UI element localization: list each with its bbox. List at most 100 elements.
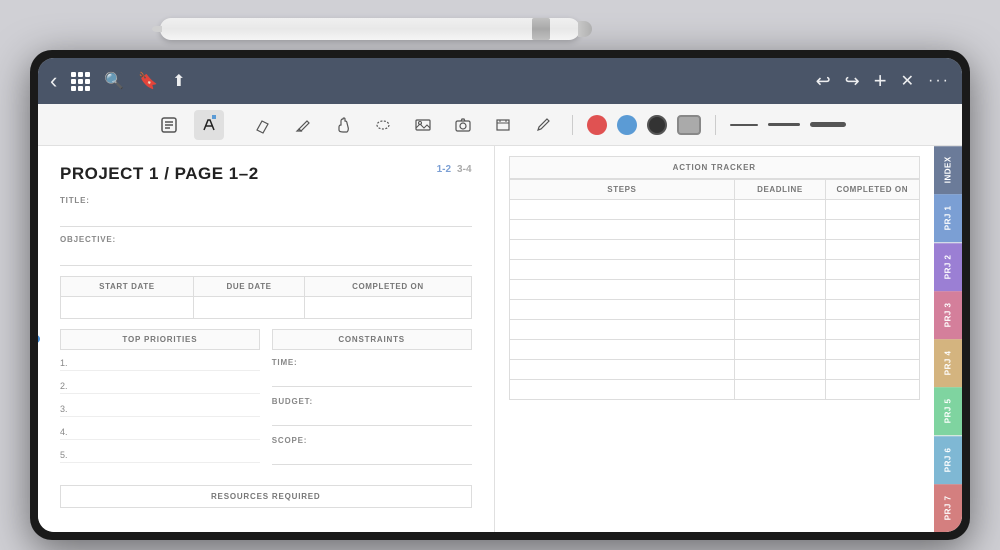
completed-on-cell[interactable] [305,297,471,319]
content-area: PROJECT 1 / PAGE 1–2 1-2 3-4 TITLE: OBJE… [38,146,962,532]
step-cell-7[interactable] [509,340,735,360]
step-cell-5[interactable] [509,300,735,320]
more-button[interactable]: ··· [928,72,950,90]
step-cell-1[interactable] [509,220,735,240]
bookmark-button[interactable]: 🔖 [138,71,158,91]
tracker-row[interactable] [509,200,920,220]
pencil-tool[interactable] [288,110,318,140]
priority-item-4[interactable]: 4. [60,427,260,440]
completed-cell-9[interactable] [825,380,919,400]
tab-prj1[interactable]: PRJ 1 [934,194,962,242]
priority-num-5: 5. [60,450,72,460]
image-tool[interactable] [408,110,438,140]
budget-input[interactable] [272,410,472,426]
lasso-tool[interactable] [368,110,398,140]
deadline-cell-7[interactable] [735,340,825,360]
ipad-screen: ‹ 🔍 🔖 ⬆ ↩ ↪ + ✕ ··· [38,58,962,532]
camera-tool[interactable] [448,110,478,140]
step-cell-9[interactable] [509,380,735,400]
completed-cell-0[interactable] [825,200,919,220]
start-date-cell[interactable] [61,297,194,319]
tracker-row[interactable] [509,340,920,360]
search-button[interactable]: 🔍 [104,71,124,91]
color-red[interactable] [587,115,607,135]
scope-input[interactable] [272,449,472,465]
tracker-row[interactable] [509,300,920,320]
resources-bar: RESOURCES REQUIRED [60,485,472,508]
tracker-row[interactable] [509,320,920,340]
textbox-tool[interactable] [488,110,518,140]
annotate-tool[interactable] [154,110,184,140]
time-input[interactable] [272,371,472,387]
tracker-row[interactable] [509,240,920,260]
due-date-header: DUE DATE [193,277,304,297]
step-cell-6[interactable] [509,320,735,340]
stroke-medium[interactable] [768,123,800,126]
back-button[interactable]: ‹ [50,68,57,94]
deadline-cell-5[interactable] [735,300,825,320]
completed-cell-4[interactable] [825,280,919,300]
deadline-cell-0[interactable] [735,200,825,220]
tab-prj4[interactable]: PRJ 4 [934,339,962,387]
page-title: PROJECT 1 / PAGE 1–2 [60,164,259,184]
tab-prj2[interactable]: PRJ 2 [934,243,962,291]
action-tracker-table: STEPS DEADLINE COMPLETED ON [509,179,921,400]
pen-tool[interactable] [194,110,224,140]
completed-cell-1[interactable] [825,220,919,240]
priority-item-2[interactable]: 2. [60,381,260,394]
priority-item-1[interactable]: 1. [60,358,260,371]
tracker-row[interactable] [509,360,920,380]
tab-prj6[interactable]: PRJ 6 [934,436,962,484]
completed-cell-3[interactable] [825,260,919,280]
step-cell-2[interactable] [509,240,735,260]
stroke-thick[interactable] [810,122,846,127]
tracker-row[interactable] [509,280,920,300]
deadline-cell-8[interactable] [735,360,825,380]
share-button[interactable]: ⬆ [172,71,185,91]
deadline-cell-9[interactable] [735,380,825,400]
completed-cell-5[interactable] [825,300,919,320]
priority-item-3[interactable]: 3. [60,404,260,417]
deadline-cell-1[interactable] [735,220,825,240]
color-blue[interactable] [617,115,637,135]
deadline-cell-3[interactable] [735,260,825,280]
completed-cell-2[interactable] [825,240,919,260]
color-selected[interactable] [677,115,701,135]
side-tabs: INDEX PRJ 1 PRJ 2 PRJ 3 PRJ 4 PRJ 5 PRJ … [934,146,962,532]
objective-field[interactable] [60,248,472,266]
add-button[interactable]: + [874,68,887,94]
color-black[interactable] [647,115,667,135]
title-field[interactable] [60,209,472,227]
tab-prj7[interactable]: PRJ 7 [934,484,962,532]
deadline-cell-6[interactable] [735,320,825,340]
tracker-row[interactable] [509,220,920,240]
step-cell-8[interactable] [509,360,735,380]
page-num-active[interactable]: 1-2 [437,164,451,175]
deadline-cell-2[interactable] [735,240,825,260]
undo-button[interactable]: ↩ [816,71,831,92]
tab-prj5[interactable]: PRJ 5 [934,387,962,435]
step-cell-4[interactable] [509,280,735,300]
redo-button[interactable]: ↪ [845,71,860,92]
step-cell-0[interactable] [509,200,735,220]
tab-index[interactable]: INDEX [934,146,962,194]
deadline-cell-4[interactable] [735,280,825,300]
step-cell-3[interactable] [509,260,735,280]
stroke-thin[interactable] [730,124,758,126]
tracker-row[interactable] [509,260,920,280]
eraser-tool[interactable] [248,110,278,140]
tab-prj3[interactable]: PRJ 3 [934,291,962,339]
grid-button[interactable] [71,72,90,91]
priority-item-5[interactable]: 5. [60,450,260,463]
page-num-inactive[interactable]: 3-4 [457,164,471,175]
completed-cell-7[interactable] [825,340,919,360]
completed-cell-8[interactable] [825,360,919,380]
hand-tool[interactable] [328,110,358,140]
tracker-row[interactable] [509,380,920,400]
priorities-header: TOP PRIORITIES [60,329,260,350]
close-button[interactable]: ✕ [901,71,914,91]
ipad-frame: ‹ 🔍 🔖 ⬆ ↩ ↪ + ✕ ··· [30,50,970,540]
completed-cell-6[interactable] [825,320,919,340]
marker-tool[interactable] [528,110,558,140]
due-date-cell[interactable] [193,297,304,319]
